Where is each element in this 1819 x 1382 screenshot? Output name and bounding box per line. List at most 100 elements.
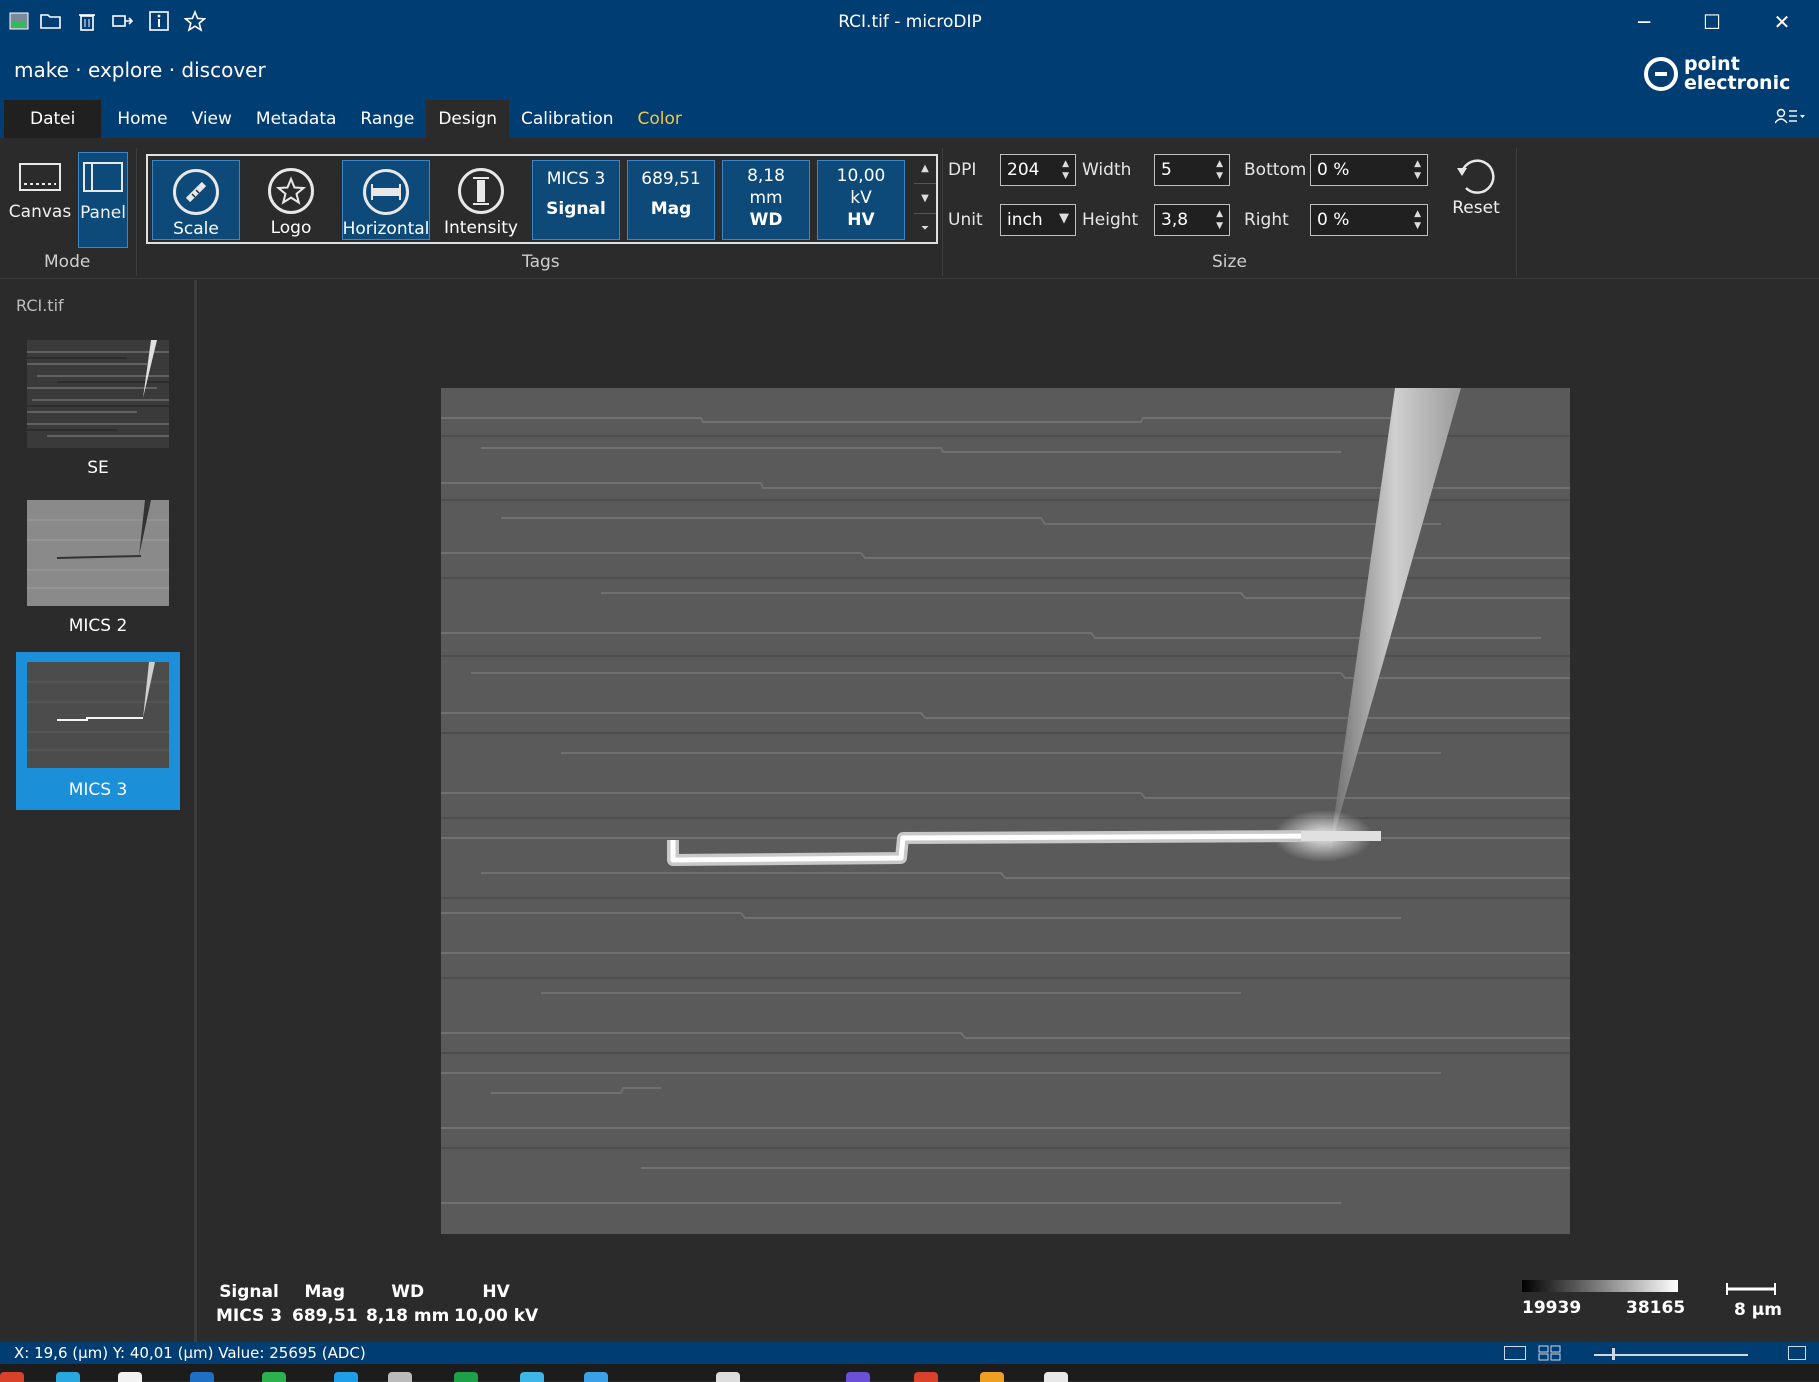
range-min: 19939: [1522, 1298, 1582, 1318]
scale-tag-button[interactable]: Scale: [152, 160, 240, 240]
gallery-down-icon[interactable]: ▼: [914, 184, 936, 214]
fit-to-window-icon[interactable]: [1788, 1346, 1806, 1360]
zoom-slider[interactable]: [1594, 1354, 1748, 1356]
hv-tag-button[interactable]: 10,00 kV HV: [817, 160, 905, 240]
right-spinner[interactable]: 0 % ▲ ▼: [1310, 204, 1428, 236]
mag-tag-button[interactable]: 689,51 Mag: [627, 160, 715, 240]
spinner-arrows-icon[interactable]: ▲ ▼: [1414, 158, 1421, 182]
signal-tag-button[interactable]: MICS 3 Signal: [532, 160, 620, 240]
spinner-arrows-icon[interactable]: ▲ ▼: [1216, 208, 1223, 232]
hv-tag-unit: kV: [850, 188, 872, 208]
sem-image[interactable]: [441, 388, 1570, 1234]
thumbnail-image: [27, 340, 169, 448]
single-view-icon[interactable]: [1504, 1346, 1526, 1360]
canvas-icon: [19, 163, 61, 191]
signal-tag-label: Signal: [546, 199, 606, 219]
thumbnail-mics-2[interactable]: MICS 2: [16, 494, 180, 644]
unit-select[interactable]: inch ▼: [1000, 204, 1076, 236]
delete-icon[interactable]: [74, 8, 100, 34]
unit-label: Unit: [948, 210, 983, 230]
window-title: RCI.tif - microDIP: [838, 12, 982, 32]
menu-calibration[interactable]: Calibration: [509, 100, 626, 138]
ribbon: Canvas Panel Mode Scale Logo Horizontal: [0, 138, 1819, 279]
dpi-value: 204: [1007, 160, 1040, 180]
spinner-arrows-icon[interactable]: ▲ ▼: [1414, 208, 1421, 232]
thumbnail-se[interactable]: SE: [16, 334, 180, 484]
height-spinner[interactable]: 3,8 ▲ ▼: [1154, 204, 1230, 236]
scale-bar-icon: [1726, 1283, 1776, 1295]
intensity-tag-button[interactable]: Intensity: [437, 160, 525, 240]
menu-range[interactable]: Range: [348, 100, 426, 138]
width-label: Width: [1082, 160, 1132, 180]
ribbon-separator: [942, 148, 943, 276]
open-folder-icon[interactable]: [38, 8, 64, 34]
wd-tag-value: 8,18: [747, 166, 785, 186]
width-spinner[interactable]: 5 ▲ ▼: [1154, 154, 1230, 186]
document-name: RCI.tif: [16, 296, 64, 315]
thumbnail-label: MICS 2: [68, 616, 128, 636]
hv-tag-label: HV: [847, 210, 875, 230]
thumbnail-mics-3[interactable]: MICS 3: [16, 652, 180, 810]
gallery-scroll: ▲ ▼ ⏷: [914, 154, 936, 244]
tagline: make · explore · discover: [14, 58, 266, 82]
canvas-mode-button[interactable]: Canvas: [8, 152, 72, 248]
info-signal-value: MICS 3: [216, 1306, 283, 1326]
height-label: Height: [1082, 210, 1139, 230]
reset-label: Reset: [1452, 198, 1500, 218]
bottom-label: Bottom: [1244, 160, 1307, 180]
size-group-label: Size: [1212, 252, 1247, 272]
tags-group-label: Tags: [522, 252, 560, 272]
range-max: 38165: [1626, 1298, 1686, 1318]
menu-color[interactable]: Color: [626, 100, 694, 138]
hv-tag-value: 10,00: [836, 166, 886, 186]
menu-view[interactable]: View: [180, 100, 244, 138]
gallery-up-icon[interactable]: ▲: [914, 154, 936, 184]
info-wd-value: 8,18 mm: [366, 1306, 450, 1326]
gallery-expand-icon[interactable]: ⏷: [914, 214, 936, 243]
scale-tag-label: Scale: [173, 219, 219, 239]
unit-value: inch: [1007, 210, 1043, 230]
height-value: 3,8: [1161, 210, 1189, 230]
zoom-slider-thumb[interactable]: [1612, 1348, 1615, 1360]
spinner-arrows-icon[interactable]: ▲ ▼: [1062, 158, 1069, 182]
menu-file[interactable]: Datei: [4, 100, 102, 138]
signal-tag-value: MICS 3: [546, 169, 606, 189]
intensity-bar-icon: [458, 168, 504, 214]
grid-view-icon[interactable]: [1538, 1345, 1562, 1365]
minimize-button[interactable]: ─: [1622, 6, 1666, 38]
wd-tag-button[interactable]: 8,18 mm WD: [722, 160, 810, 240]
ruler-icon: [173, 169, 219, 215]
info-signal: Signal MICS 3: [216, 1280, 282, 1328]
dropdown-arrow-icon[interactable]: ▼: [1059, 211, 1069, 226]
menu-home[interactable]: Home: [105, 100, 179, 138]
wd-tag-label: WD: [749, 210, 783, 230]
right-label: Right: [1244, 210, 1289, 230]
brand-line-2: electronic: [1684, 72, 1791, 94]
info-signal-label: Signal: [219, 1282, 279, 1302]
mode-group-label: Mode: [44, 252, 91, 272]
panel-mode-button[interactable]: Panel: [78, 152, 128, 248]
mag-tag-value: 689,51: [641, 169, 701, 189]
title-bar: RCI.tif - microDIP ─ ☐ ✕: [0, 0, 1819, 44]
app-icon: [6, 8, 32, 34]
reset-button[interactable]: Reset: [1446, 152, 1506, 248]
canvas-mode-label: Canvas: [8, 202, 72, 222]
menu-design[interactable]: Design: [426, 100, 510, 138]
info-icon[interactable]: [146, 8, 172, 34]
dpi-spinner[interactable]: 204 ▲ ▼: [1000, 154, 1076, 186]
logo-tag-button[interactable]: Logo: [247, 160, 335, 240]
reset-icon: [1457, 159, 1495, 194]
horizontal-tag-button[interactable]: Horizontal: [342, 160, 430, 240]
info-hv-value: 10,00 kV: [454, 1306, 539, 1326]
menu-metadata[interactable]: Metadata: [244, 100, 349, 138]
spinner-arrows-icon[interactable]: ▲ ▼: [1216, 158, 1223, 182]
menu-bar: Datei Home View Metadata Range Design Ca…: [0, 100, 694, 138]
dpi-label: DPI: [948, 160, 977, 180]
favorite-star-icon[interactable]: [182, 8, 208, 34]
bottom-spinner[interactable]: 0 % ▲ ▼: [1310, 154, 1428, 186]
export-icon[interactable]: [110, 8, 136, 34]
user-menu-icon[interactable]: [1774, 108, 1805, 128]
maximize-button[interactable]: ☐: [1690, 6, 1734, 38]
close-button[interactable]: ✕: [1760, 6, 1804, 38]
intensity-colorbar: [1522, 1280, 1678, 1292]
